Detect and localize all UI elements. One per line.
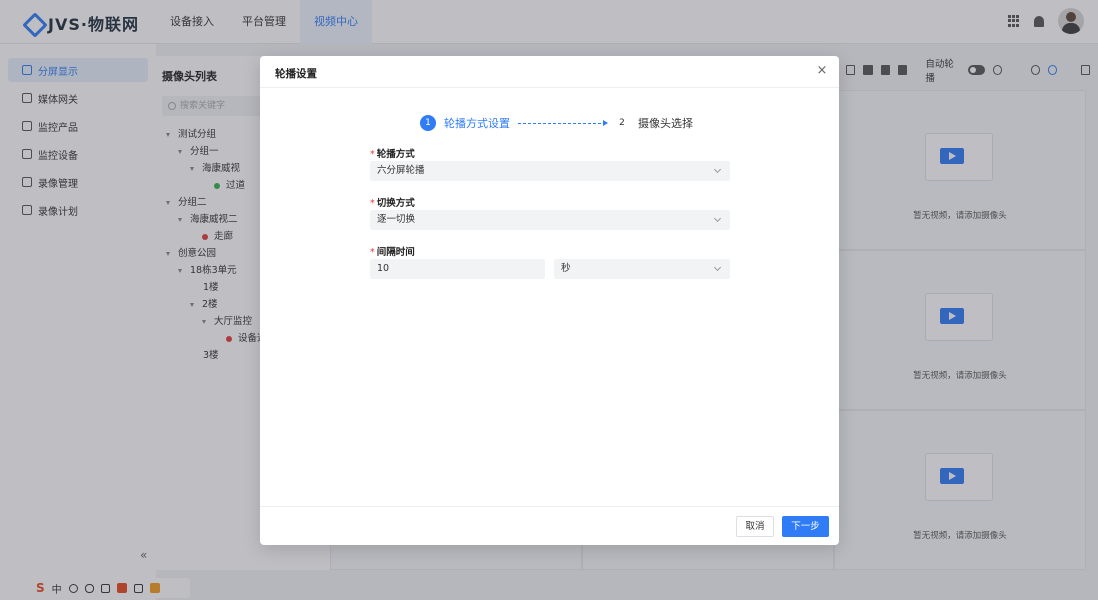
required-mark: *	[370, 149, 375, 160]
step-2-label: 摄像头选择	[638, 117, 693, 130]
carousel-settings-dialog: 轮播设置 × 1 轮播方式设置 2 摄像头选择 * 轮播方式 六分屏轮播 * 切换方…	[260, 56, 839, 545]
step-1-label: 轮播方式设置	[444, 117, 510, 130]
dialog-footer: 取消 下一步	[260, 506, 839, 545]
mode-field-label: * 轮播方式	[370, 149, 415, 160]
dialog-header: 轮播设置 ×	[260, 56, 839, 88]
step-2-number: 2	[614, 115, 630, 131]
step-connector-arrow	[518, 119, 608, 126]
switch-mode-select[interactable]: 逐一切换	[370, 210, 730, 230]
interval-field-label: * 间隔时间	[370, 247, 415, 258]
chevron-down-icon	[713, 214, 722, 223]
required-mark: *	[370, 198, 375, 209]
close-icon[interactable]: ×	[815, 64, 829, 78]
carousel-mode-select[interactable]: 六分屏轮播	[370, 161, 730, 181]
interval-input[interactable]: 10	[370, 259, 545, 279]
next-step-button[interactable]: 下一步	[782, 516, 829, 537]
dialog-title: 轮播设置	[275, 68, 317, 80]
interval-unit-select[interactable]: 秒	[554, 259, 730, 279]
switch-field-label: * 切换方式	[370, 198, 415, 209]
step-1-number: 1	[420, 115, 436, 131]
steps-indicator: 1 轮播方式设置 2 摄像头选择	[420, 114, 693, 132]
required-mark: *	[370, 247, 375, 258]
chevron-down-icon	[713, 263, 722, 272]
chevron-down-icon	[713, 165, 722, 174]
cancel-button[interactable]: 取消	[736, 516, 774, 537]
